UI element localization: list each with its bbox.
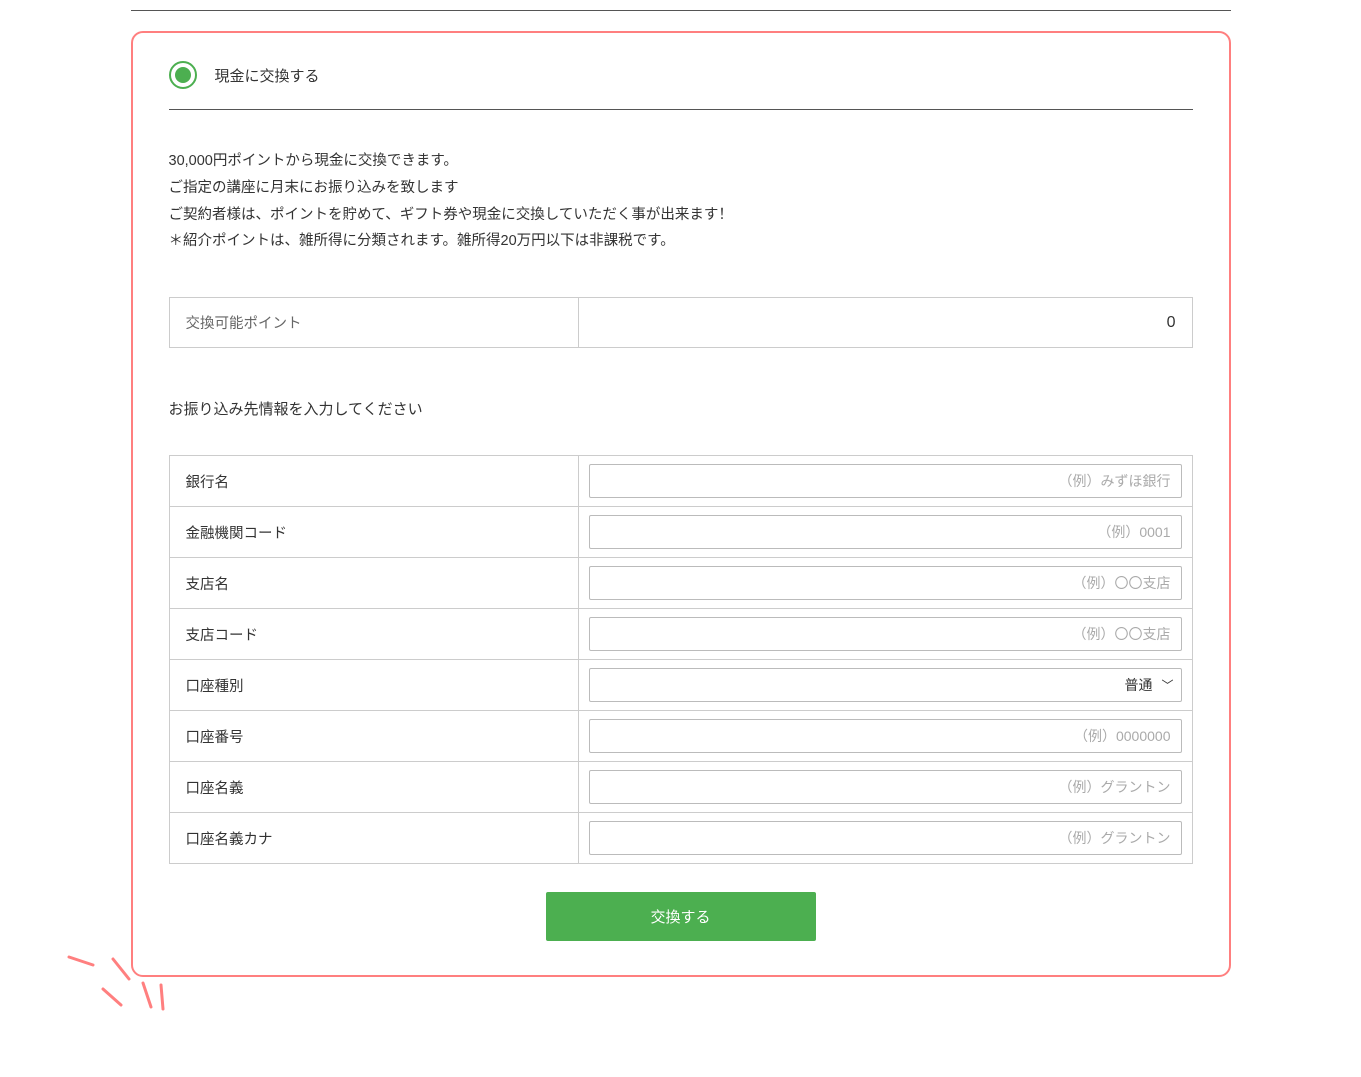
table-row: 支店コード (169, 609, 1192, 660)
cash-exchange-radio-label: 現金に交換する (215, 65, 320, 86)
desc-line-3: ご契約者様は、ポイントを貯めて、ギフト券や現金に交換していただく事が出来ます！ (169, 202, 1193, 229)
account-holder-label: 口座名義 (169, 762, 578, 813)
table-row: 口座種別 普通 ﹀ (169, 660, 1192, 711)
bank-name-input[interactable] (589, 464, 1182, 498)
description-block: 30,000円ポイントから現金に交換できます。 ご指定の講座に月末にお振り込みを… (169, 148, 1193, 255)
points-value: 0 (578, 298, 1192, 348)
inner-divider (169, 109, 1193, 110)
table-row: 口座番号 (169, 711, 1192, 762)
points-row: 交換可能ポイント 0 (169, 298, 1192, 348)
points-table: 交換可能ポイント 0 (169, 297, 1193, 348)
table-row: 口座名義カナ (169, 813, 1192, 864)
form-heading: お振り込み先情報を入力してください (169, 398, 1193, 419)
desc-line-4: ＊紹介ポイントは、雑所得に分類されます。雑所得20万円以下は非課税です。 (169, 228, 1193, 255)
bank-name-label: 銀行名 (169, 456, 578, 507)
exchange-submit-button[interactable]: 交換する (546, 892, 816, 941)
account-type-label: 口座種別 (169, 660, 578, 711)
cash-exchange-card: 現金に交換する 30,000円ポイントから現金に交換できます。 ご指定の講座に月… (131, 31, 1231, 977)
bank-code-input[interactable] (589, 515, 1182, 549)
table-row: 銀行名 (169, 456, 1192, 507)
branch-code-label: 支店コード (169, 609, 578, 660)
branch-name-input[interactable] (589, 566, 1182, 600)
table-row: 口座名義 (169, 762, 1192, 813)
bank-form-table: 銀行名 金融機関コード 支店名 支店コード (169, 455, 1193, 864)
desc-line-1: 30,000円ポイントから現金に交換できます。 (169, 148, 1193, 175)
table-row: 金融機関コード (169, 507, 1192, 558)
desc-line-2: ご指定の講座に月末にお振り込みを致します (169, 175, 1193, 202)
account-holder-kana-input[interactable] (589, 821, 1182, 855)
bank-code-label: 金融機関コード (169, 507, 578, 558)
account-type-select[interactable]: 普通 (589, 668, 1182, 702)
points-label: 交換可能ポイント (169, 298, 578, 348)
account-holder-input[interactable] (589, 770, 1182, 804)
submit-row: 交換する (169, 892, 1193, 941)
account-number-input[interactable] (589, 719, 1182, 753)
cash-exchange-radio[interactable] (169, 61, 197, 89)
account-holder-kana-label: 口座名義カナ (169, 813, 578, 864)
table-row: 支店名 (169, 558, 1192, 609)
branch-name-label: 支店名 (169, 558, 578, 609)
branch-code-input[interactable] (589, 617, 1182, 651)
account-number-label: 口座番号 (169, 711, 578, 762)
top-divider (131, 10, 1231, 11)
radio-selected-icon (175, 67, 191, 83)
exchange-option-row: 現金に交換する (169, 61, 1193, 109)
accent-lines-icon (59, 927, 169, 1017)
